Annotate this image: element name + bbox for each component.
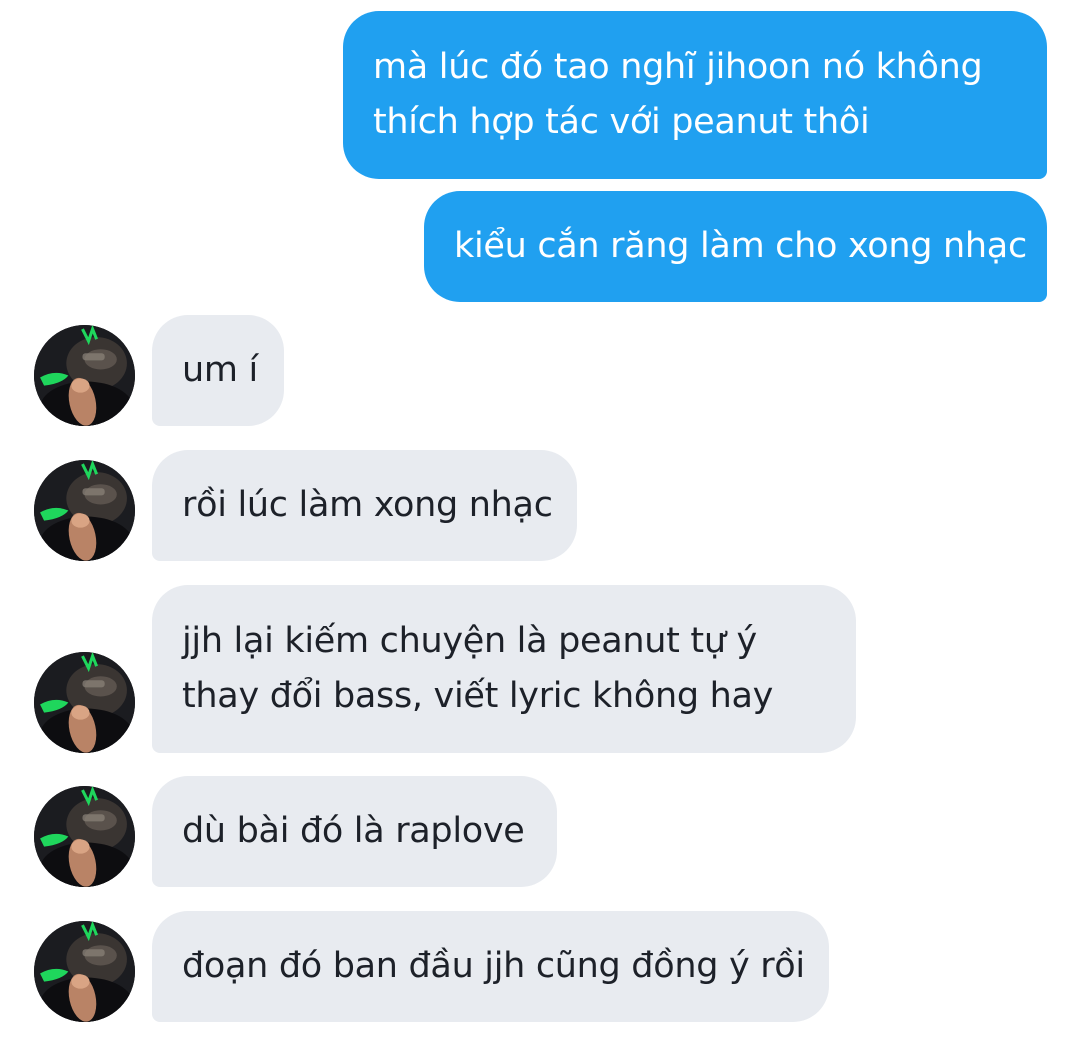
avatar-photo-icon bbox=[34, 921, 135, 1022]
outgoing-message-bubble[interactable]: kiểu cắn răng làm cho xong nhạc bbox=[424, 191, 1047, 302]
message-text-line: um í bbox=[182, 350, 258, 390]
avatar-photo-icon bbox=[34, 786, 135, 887]
contact-avatar[interactable] bbox=[34, 325, 135, 426]
incoming-message-bubble[interactable]: rồi lúc làm xong nhạc bbox=[152, 450, 577, 561]
message-text-line: mà lúc đó tao nghĩ jihoon nó không bbox=[373, 47, 983, 87]
avatar-photo-icon bbox=[34, 652, 135, 753]
message-text-line: jjh lại kiếm chuyện là peanut tự ý bbox=[182, 621, 757, 661]
incoming-message-bubble[interactable]: um í bbox=[152, 315, 284, 426]
message-text-line: kiểu cắn răng làm cho xong nhạc bbox=[454, 226, 1027, 266]
message-text-line: đoạn đó ban đầu jjh cũng đồng ý rồi bbox=[182, 946, 805, 986]
message-text-line: thay đổi bass, viết lyric không hay bbox=[182, 676, 774, 716]
message-text-line: thích hợp tác với peanut thôi bbox=[373, 102, 870, 142]
avatar-photo-icon bbox=[34, 460, 135, 561]
message-text-line: rồi lúc làm xong nhạc bbox=[182, 485, 553, 525]
incoming-message-bubble[interactable]: dù bài đó là raplove bbox=[152, 776, 557, 887]
incoming-message-bubble[interactable]: jjh lại kiếm chuyện là peanut tự ý thay … bbox=[152, 585, 856, 753]
message-text-line: dù bài đó là raplove bbox=[182, 811, 525, 851]
avatar-photo-icon bbox=[34, 325, 135, 426]
contact-avatar[interactable] bbox=[34, 921, 135, 1022]
contact-avatar[interactable] bbox=[34, 652, 135, 753]
outgoing-message-bubble[interactable]: mà lúc đó tao nghĩ jihoon nó không thích… bbox=[343, 11, 1047, 179]
contact-avatar[interactable] bbox=[34, 786, 135, 887]
incoming-message-bubble[interactable]: đoạn đó ban đầu jjh cũng đồng ý rồi bbox=[152, 911, 829, 1022]
contact-avatar[interactable] bbox=[34, 460, 135, 561]
